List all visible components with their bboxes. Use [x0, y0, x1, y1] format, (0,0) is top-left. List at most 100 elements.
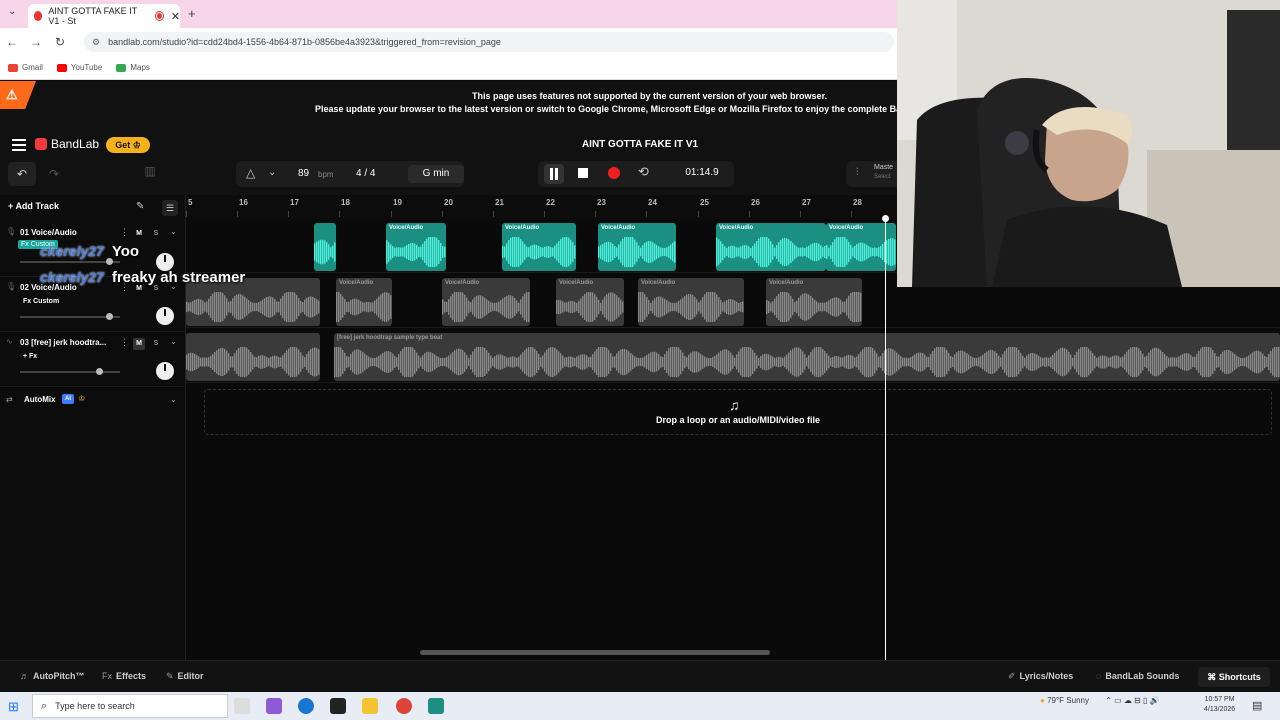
volume-slider[interactable]: [20, 313, 120, 320]
windows-start-icon[interactable]: ⊞: [8, 699, 19, 715]
back-arrow-icon[interactable]: ←: [0, 35, 24, 49]
track-settings-icon[interactable]: ☰: [162, 200, 178, 216]
track-header-2[interactable]: 🎙 02 Voice/Audio ⋮ M S ⌄ Fx Custom: [0, 278, 186, 332]
track-options-icon[interactable]: ⋮: [120, 337, 129, 348]
url-text: bandlab.com/studio?id=cdd24bd4-1556-4b64…: [108, 37, 501, 47]
volume-slider[interactable]: [20, 368, 120, 375]
shortcuts-button[interactable]: ⌘ Shortcuts: [1198, 667, 1270, 687]
mute-button[interactable]: M: [133, 228, 145, 240]
automix-chevron-icon[interactable]: ⌄: [170, 395, 177, 404]
close-tab-icon[interactable]: ✕: [171, 10, 180, 23]
project-title[interactable]: AINT GOTTA FAKE IT V1: [540, 139, 740, 150]
tab-search-chevron-icon[interactable]: ⌄: [8, 6, 16, 17]
undo-button[interactable]: ↶: [8, 162, 36, 186]
copilot-icon[interactable]: [266, 698, 282, 714]
new-tab-plus-icon[interactable]: +: [188, 6, 196, 21]
audio-clip[interactable]: [314, 223, 336, 271]
task-view-icon[interactable]: [234, 698, 250, 714]
key-selector[interactable]: G min: [408, 165, 464, 183]
track-options-icon[interactable]: ⋮: [120, 227, 129, 238]
lane-3[interactable]: [free] jerk hoodtrap sample type beat: [186, 329, 1280, 383]
bandlab-sounds-button[interactable]: ◌ BandLab Sounds: [1096, 671, 1179, 681]
time-signature[interactable]: 4 / 4: [356, 168, 375, 179]
horizontal-scrollbar[interactable]: [420, 650, 770, 655]
loop-icon[interactable]: ⟲: [638, 164, 649, 180]
volume-slider[interactable]: [20, 258, 120, 265]
expand-chevron-icon[interactable]: ⌄: [170, 227, 177, 236]
pencil-icon[interactable]: ✎: [136, 201, 144, 212]
redo-button[interactable]: ↷: [40, 162, 68, 186]
audio-clip[interactable]: [free] jerk hoodtrap sample type beat: [334, 333, 1280, 381]
weather-text[interactable]: 79°F Sunny: [1047, 696, 1089, 705]
audio-clip[interactable]: [186, 333, 320, 381]
edge-icon[interactable]: [298, 698, 314, 714]
site-info-icon[interactable]: ⚙: [92, 37, 100, 48]
mute-button[interactable]: M: [133, 338, 145, 350]
audio-clip[interactable]: Voice/Audio: [386, 223, 446, 271]
playhead-handle[interactable]: [882, 215, 889, 222]
bandlab-logo[interactable]: BandLab: [35, 137, 99, 151]
audio-clip[interactable]: Voice/Audio: [766, 278, 862, 326]
timeline-ruler[interactable]: 5 16 17 18 19 20 21 22 23 24 25 26 27 28: [186, 195, 897, 219]
notification-icon[interactable]: ▤: [1252, 699, 1262, 712]
master-track-button[interactable]: ⫶ Maste Select: [846, 161, 897, 187]
bandlab-app-icon[interactable]: [428, 698, 444, 714]
bookmarks-bar: Gmail YouTube Maps: [0, 56, 897, 80]
add-track-button[interactable]: + Add Track: [8, 201, 59, 211]
audio-clip[interactable]: Voice/Audio: [336, 278, 392, 326]
pause-button[interactable]: [544, 164, 564, 184]
bookmark-gmail[interactable]: Gmail: [8, 63, 43, 72]
fx-label[interactable]: Fx Custom: [20, 297, 62, 306]
track-name[interactable]: 01 Voice/Audio: [20, 228, 77, 237]
bpm-value[interactable]: 89: [298, 168, 309, 179]
hamburger-menu-icon[interactable]: [12, 139, 26, 154]
audio-clip[interactable]: Voice/Audio: [502, 223, 576, 271]
audio-clip[interactable]: Voice/Audio: [716, 223, 826, 271]
chrome-icon[interactable]: [396, 698, 412, 714]
forward-arrow-icon[interactable]: →: [24, 35, 48, 49]
playhead[interactable]: [885, 218, 886, 660]
audio-clip[interactable]: Voice/Audio: [556, 278, 624, 326]
ruler-tick-label: 21: [495, 198, 504, 207]
file-explorer-icon[interactable]: [362, 698, 378, 714]
lyrics-notes-button[interactable]: ✐ Lyrics/Notes: [1008, 671, 1073, 682]
editor-button[interactable]: ✎ Editor: [166, 671, 204, 682]
volume-knob[interactable]: [106, 313, 113, 320]
track-name[interactable]: 03 [free] jerk hoodtra...: [20, 338, 106, 347]
pan-knob[interactable]: [156, 362, 174, 380]
clip-label: Voice/Audio: [601, 225, 636, 231]
track-header-panel: + Add Track ✎ ☰ 🎙 01 Voice/Audio ⋮ M S ⌄…: [0, 195, 186, 660]
automix-row[interactable]: ⇄ AutoMix AI ♔ ⌄: [0, 391, 186, 411]
waveform: [314, 239, 336, 265]
record-button[interactable]: [608, 167, 620, 179]
reload-icon[interactable]: ↻: [48, 35, 72, 49]
effects-button[interactable]: Fx Effects: [102, 671, 146, 681]
audio-clip[interactable]: Voice/Audio: [442, 278, 530, 326]
url-field[interactable]: ⚙ bandlab.com/studio?id=cdd24bd4-1556-4b…: [84, 32, 894, 52]
browser-tab[interactable]: AINT GOTTA FAKE IT V1 - St ✕: [28, 4, 180, 28]
audio-clip[interactable]: Voice/Audio: [598, 223, 676, 271]
waveform: [186, 347, 320, 377]
pan-knob[interactable]: [156, 307, 174, 325]
solo-button[interactable]: S: [150, 228, 162, 240]
taskbar-clock[interactable]: 10:57 PM 4/13/2026: [1204, 695, 1235, 715]
solo-button[interactable]: S: [150, 338, 162, 350]
tray-icons[interactable]: ⌃ ▭ ☁ ⊟ ▯ 🔊: [1105, 696, 1159, 705]
stop-button[interactable]: [578, 168, 588, 178]
volume-knob[interactable]: [96, 368, 103, 375]
bookmark-youtube[interactable]: YouTube: [56, 63, 102, 72]
metronome-chevron-icon[interactable]: ⌄: [268, 167, 276, 178]
track-header-3[interactable]: ∿ 03 [free] jerk hoodtra... ⋮ M S ⌄ + Fx: [0, 333, 186, 387]
metronome-icon[interactable]: △: [246, 166, 255, 180]
bookmark-maps[interactable]: Maps: [116, 63, 150, 72]
expand-chevron-icon[interactable]: ⌄: [170, 337, 177, 346]
autopitch-button[interactable]: ♬ AutoPitch™: [20, 671, 85, 681]
epic-games-icon[interactable]: [330, 698, 346, 714]
get-membership-button[interactable]: Get ♔: [106, 137, 150, 153]
taskbar-search[interactable]: ⌕ Type here to search: [32, 694, 228, 718]
add-fx-label[interactable]: + Fx: [20, 352, 40, 361]
grid-snap-icon[interactable]: ▥: [140, 164, 160, 184]
audio-clip[interactable]: Voice/Audio: [638, 278, 744, 326]
maps-icon: [116, 63, 127, 72]
ruler-tick-label: 26: [751, 198, 760, 207]
